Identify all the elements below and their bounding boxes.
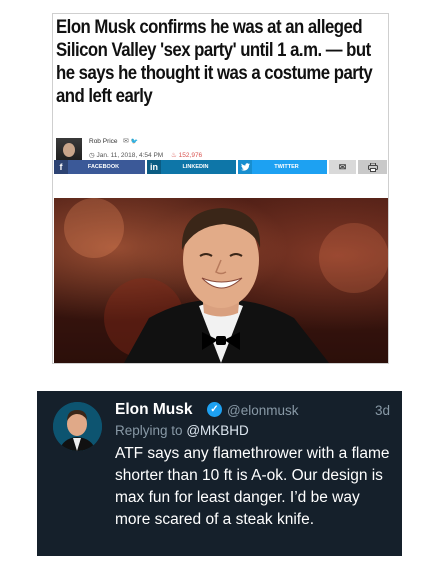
view-count: ♨ 152,976 (171, 152, 203, 159)
share-bar: f FACEBOOK in LINKEDIN TWITTER ✉ (54, 160, 387, 174)
email-share-button[interactable]: ✉ (329, 160, 356, 174)
linkedin-label: LINKEDIN (182, 164, 209, 170)
mail-icon[interactable]: ✉ (123, 138, 129, 145)
tweet-handle[interactable]: @elonmusk (227, 403, 298, 418)
facebook-icon: f (54, 160, 68, 174)
reply-mention-link[interactable]: @MKBHD (186, 423, 248, 438)
print-button[interactable] (358, 160, 387, 174)
fire-icon: ♨ (171, 152, 177, 159)
twitter-label: TWITTER (274, 164, 299, 170)
article-date: Jan. 11, 2018, 4:54 PM (96, 152, 164, 159)
article-headline[interactable]: Elon Musk confirms he was at an alleged … (56, 16, 388, 108)
clock-icon: ◷ (89, 152, 95, 159)
tweet-avatar[interactable] (53, 402, 102, 451)
twitter-bird-icon[interactable]: 🐦 (131, 139, 138, 145)
tweet-author-name[interactable]: Elon Musk (115, 401, 193, 419)
linkedin-share-button[interactable]: in LINKEDIN (147, 160, 236, 174)
facebook-label: FACEBOOK (87, 164, 120, 170)
article-card: Elon Musk confirms he was at an alleged … (52, 13, 389, 364)
tweet-card: Elon Musk ✓ @elonmusk 3d Replying to @MK… (37, 391, 402, 556)
author-name[interactable]: Rob Price (89, 138, 118, 145)
tweet-text: ATF says any flamethrower with a flame s… (115, 445, 390, 528)
verified-badge-icon: ✓ (207, 402, 222, 417)
twitter-icon (238, 160, 252, 174)
facebook-share-button[interactable]: f FACEBOOK (54, 160, 145, 174)
tweet-timestamp[interactable]: 3d (375, 403, 390, 418)
author-contact-icons[interactable]: ✉ 🐦 (123, 137, 138, 145)
mail-share-icon: ✉ (338, 162, 347, 172)
linkedin-icon: in (147, 160, 161, 174)
replying-to-line: Replying to @MKBHD (115, 423, 249, 438)
replying-prefix: Replying to (115, 423, 183, 438)
print-icon (367, 162, 378, 174)
twitter-share-button[interactable]: TWITTER (238, 160, 327, 174)
article-photo (54, 198, 388, 363)
date-line: ◷ Jan. 11, 2018, 4:54 PM ♨ 152,976 (89, 151, 202, 159)
